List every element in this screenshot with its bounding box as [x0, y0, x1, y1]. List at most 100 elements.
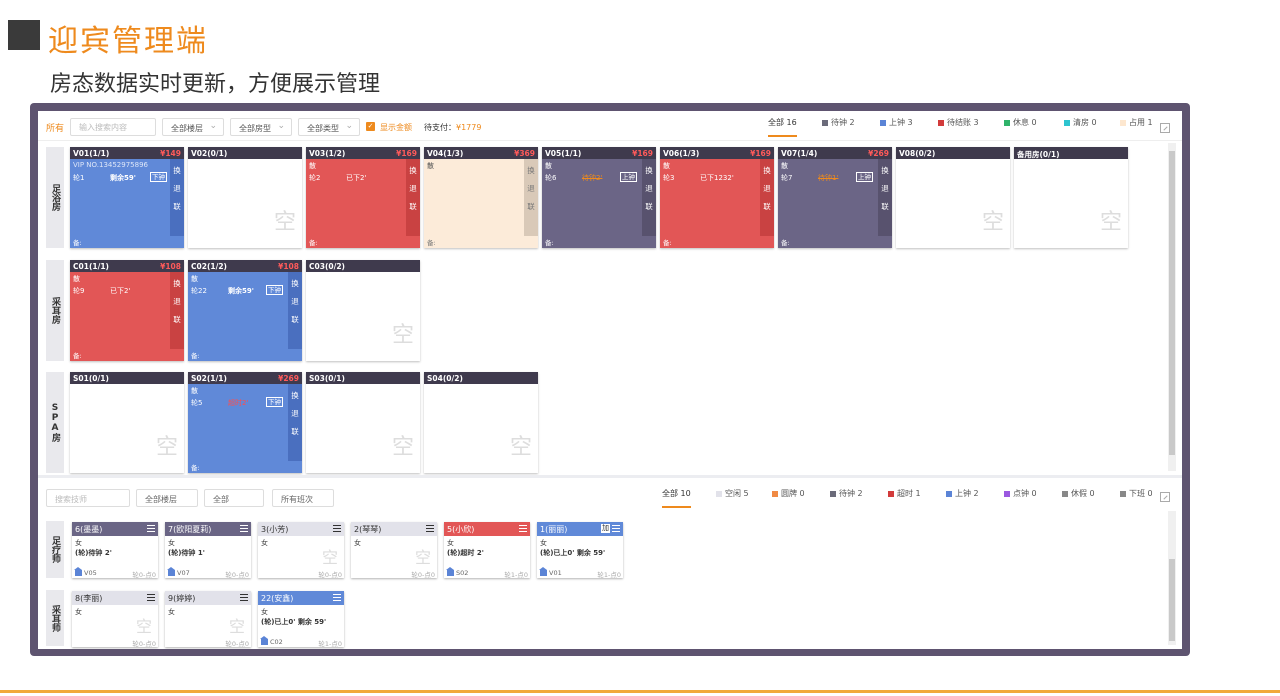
tech-card-22[interactable]: 22(安鑫) 女 (轮)已上0' 剩余 59' C02 轮1-点0 [258, 591, 344, 647]
filter-all-link[interactable]: 所有 [46, 121, 64, 134]
room-card-s02[interactable]: S02(1/1) ¥269 散 轮5 超时2' 下钟 换退联 备: [188, 372, 302, 473]
refund-button[interactable]: 退 [642, 183, 656, 195]
type-select[interactable]: 全部类型 ⌄ [298, 118, 360, 136]
room-card-s03[interactable]: S03(0/1) 空 [306, 372, 420, 473]
tab-tech-on-clock[interactable]: 上钟 2 [946, 488, 979, 508]
link-button[interactable]: 联 [524, 201, 538, 213]
tab-room-on-clock[interactable]: 上钟 3 [880, 117, 913, 137]
empty-label: 空 [228, 617, 245, 636]
show-amount-checkbox[interactable]: ✓ [366, 122, 375, 131]
tab-room-occupied[interactable]: 占用 1 [1120, 117, 1153, 137]
room-card-v06[interactable]: V06(1/3) ¥169 散 轮3 已下1232' 换退联 备: [660, 147, 774, 248]
refund-button[interactable]: 退 [288, 408, 302, 420]
tab-tech-all[interactable]: 全部 10 [662, 488, 691, 508]
tech-card-8[interactable]: 8(李丽) 女 空 轮0-点0 [72, 591, 158, 647]
link-button[interactable]: 联 [288, 314, 302, 326]
tab-room-waiting[interactable]: 待钟 2 [822, 117, 855, 137]
tab-tech-idle[interactable]: 空闲 5 [716, 488, 749, 508]
link-button[interactable]: 联 [760, 201, 774, 213]
tech-gender: 女 [168, 608, 175, 616]
swap-button[interactable]: 换 [524, 165, 538, 177]
room-card-v04[interactable]: V04(1/3) ¥369 散 换退联 备: [424, 147, 538, 248]
link-button[interactable]: 联 [170, 201, 184, 213]
room-search-input[interactable]: 输入搜索内容 [70, 118, 156, 136]
room-card-v07[interactable]: V07(1/4) ¥269 散 轮7 待钟1' 上钟 换退联 备: [778, 147, 892, 248]
tab-tech-waiting[interactable]: 待钟 2 [830, 488, 863, 508]
menu-icon[interactable] [333, 594, 341, 601]
tech-card-5[interactable]: 5(小欣) 女 (轮)超时 2' S02 轮1-点0 [444, 522, 530, 578]
rooms-scrollbar-thumb[interactable] [1169, 151, 1175, 455]
refund-button[interactable]: 退 [288, 296, 302, 308]
link-button[interactable]: 联 [406, 201, 420, 213]
menu-icon[interactable] [240, 525, 248, 532]
room-card-v01[interactable]: V01(1/1) ¥149 VIP NO.13452975896 轮1 剩余59'… [70, 147, 184, 248]
swap-button[interactable]: 换 [288, 390, 302, 402]
menu-icon[interactable] [333, 525, 341, 532]
refund-button[interactable]: 退 [406, 183, 420, 195]
menu-icon[interactable] [519, 525, 527, 532]
tech-card-7[interactable]: 7(欧阳夏莉) 女 (轮)待钟 1' V07 轮0-点0 [165, 522, 251, 578]
tab-tech-appointed[interactable]: 点钟 0 [1004, 488, 1037, 508]
tech-card-2[interactable]: 2(琴琴) 女 空 轮0-点0 [351, 522, 437, 578]
room-card-v02[interactable]: V02(0/1) 空 [188, 147, 302, 248]
link-button[interactable]: 联 [170, 314, 184, 326]
tab-tech-off-duty[interactable]: 下班 0 [1120, 488, 1153, 508]
expand-icon[interactable] [1160, 492, 1170, 502]
clock-on-badge[interactable]: 上钟 [620, 172, 637, 182]
swap-button[interactable]: 换 [288, 278, 302, 290]
shift-select[interactable]: 所有班次 [272, 489, 334, 507]
menu-icon[interactable] [612, 525, 620, 532]
room-card-v03[interactable]: V03(1/2) ¥169 散 轮2 已下2' 换退联 备: [306, 147, 420, 248]
clock-on-badge[interactable]: 上钟 [856, 172, 873, 182]
tech-card-1[interactable]: 1(丽丽) 加 女 (轮)已上0' 剩余 59' V01 轮1-点0 [537, 522, 623, 578]
tech-floor-select[interactable]: 全部楼层 [136, 489, 198, 507]
tech-card-3[interactable]: 3(小芳) 女 空 轮0-点0 [258, 522, 344, 578]
tech-card-9[interactable]: 9(婷婷) 女 空 轮0-点0 [165, 591, 251, 647]
menu-icon[interactable] [147, 594, 155, 601]
clock-off-badge[interactable]: 下钟 [150, 172, 167, 182]
refund-button[interactable]: 退 [878, 183, 892, 195]
swap-button[interactable]: 换 [170, 165, 184, 177]
refund-button[interactable]: 退 [524, 183, 538, 195]
swap-button[interactable]: 换 [760, 165, 774, 177]
tech-scrollbar-thumb[interactable] [1169, 559, 1175, 641]
link-button[interactable]: 联 [642, 201, 656, 213]
room-card-v05[interactable]: V05(1/1) ¥169 散 轮6 待钟2' 上钟 换退联 备: [542, 147, 656, 248]
link-button[interactable]: 联 [878, 201, 892, 213]
tab-room-resting[interactable]: 休息 0 [1004, 117, 1037, 137]
tab-tech-overtime[interactable]: 超时 1 [888, 488, 921, 508]
floor-select[interactable]: 全部楼层 ⌄ [162, 118, 224, 136]
menu-icon[interactable] [426, 525, 434, 532]
tech-card-6[interactable]: 6(墨墨) 女 (轮)待钟 2' V05 轮0-点0 [72, 522, 158, 578]
room-card-s01[interactable]: S01(0/1) 空 [70, 372, 184, 473]
room-card-c01[interactable]: C01(1/1) ¥108 散 轮9 已下2' 换退联 备: [70, 260, 184, 361]
rooms-scrollbar[interactable] [1168, 143, 1176, 471]
swap-button[interactable]: 换 [406, 165, 420, 177]
tab-room-cleaning[interactable]: 清房 0 [1064, 117, 1097, 137]
menu-icon[interactable] [240, 594, 248, 601]
expand-icon[interactable] [1160, 123, 1170, 133]
room-card-spare[interactable]: 备用房(0/1) 空 [1014, 147, 1128, 248]
room-card-v08[interactable]: V08(0/2) 空 [896, 147, 1010, 248]
tech-search-input[interactable]: 搜索技师 [46, 489, 130, 507]
tab-tech-vacation[interactable]: 休假 0 [1062, 488, 1095, 508]
room-card-s04[interactable]: S04(0/2) 空 [424, 372, 538, 473]
refund-button[interactable]: 退 [170, 296, 184, 308]
swap-button[interactable]: 换 [642, 165, 656, 177]
room-card-c03[interactable]: C03(0/2) 空 [306, 260, 420, 361]
tab-tech-round-card[interactable]: 圆牌 0 [772, 488, 805, 508]
refund-button[interactable]: 退 [760, 183, 774, 195]
link-button[interactable]: 联 [288, 426, 302, 438]
menu-icon[interactable] [147, 525, 155, 532]
tech-scrollbar[interactable] [1168, 511, 1176, 645]
swap-button[interactable]: 换 [170, 278, 184, 290]
tech-all-select[interactable]: 全部 [204, 489, 264, 507]
refund-button[interactable]: 退 [170, 183, 184, 195]
room-type-select[interactable]: 全部房型 ⌄ [230, 118, 292, 136]
clock-off-badge[interactable]: 下钟 [266, 397, 283, 407]
swap-button[interactable]: 换 [878, 165, 892, 177]
tab-room-to-checkout[interactable]: 待结账 3 [938, 117, 979, 137]
clock-off-badge[interactable]: 下钟 [266, 285, 283, 295]
room-card-c02[interactable]: C02(1/2) ¥108 散 轮22 剩余59' 下钟 换退联 备: [188, 260, 302, 361]
tab-room-all[interactable]: 全部 16 [768, 117, 797, 137]
